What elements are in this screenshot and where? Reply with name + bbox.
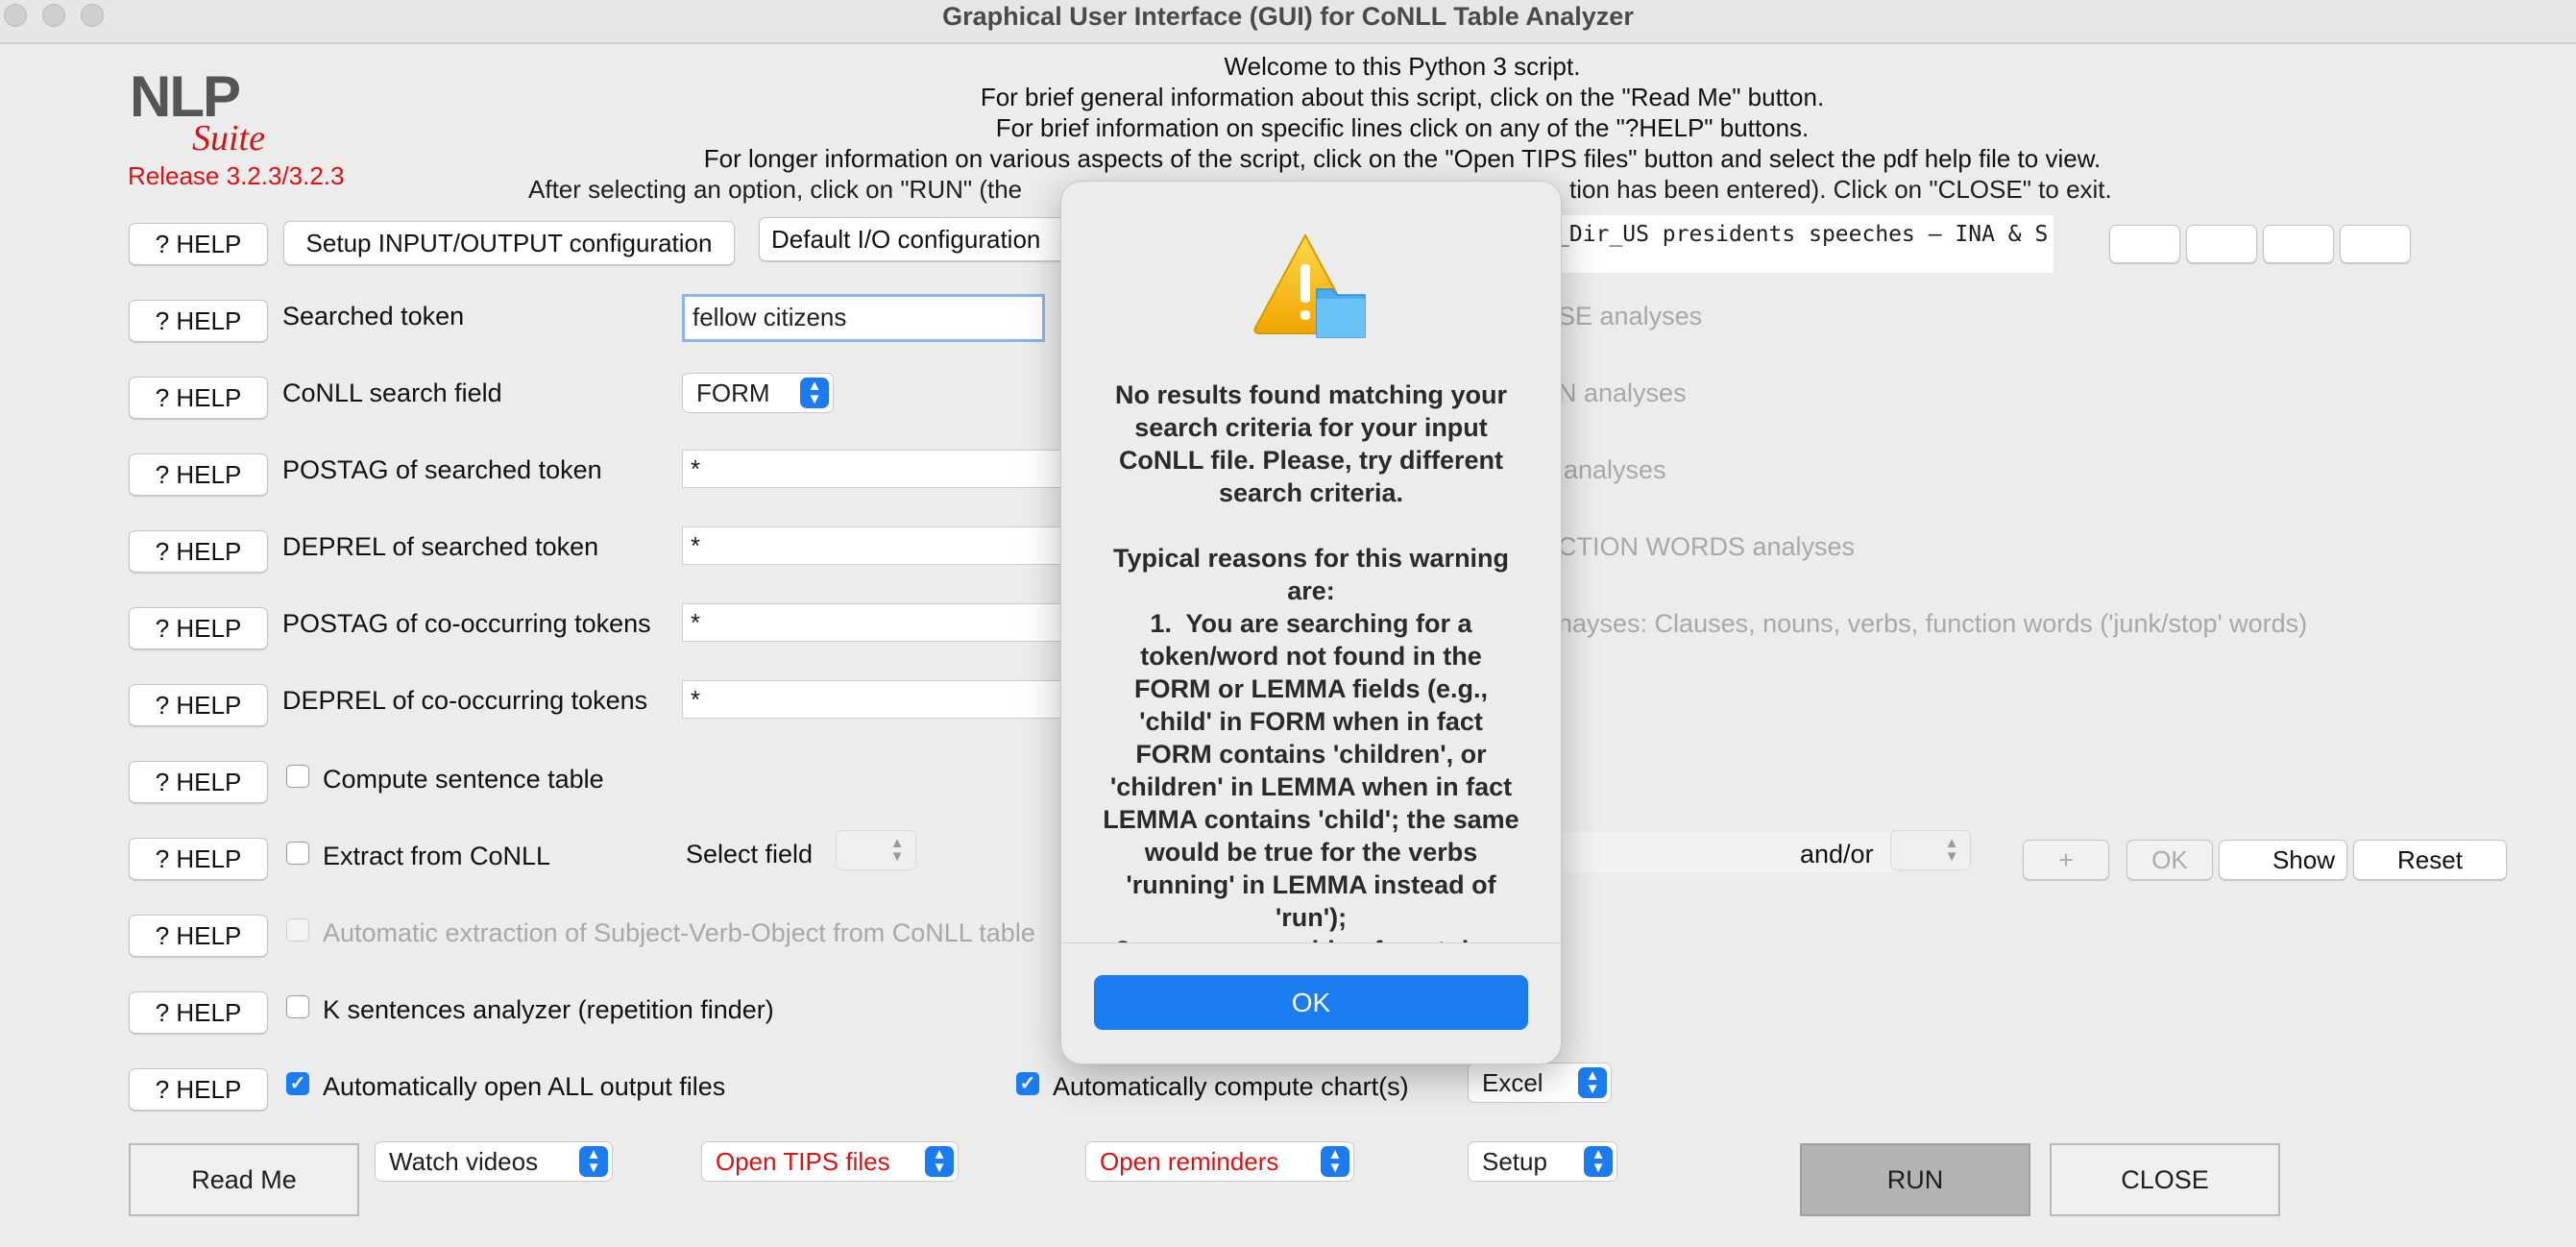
open-tips-label: Open TIPS files [716, 1147, 890, 1176]
auto-chart-checkbox[interactable]: ✓ [1016, 1072, 1039, 1095]
help-button-io[interactable]: ? HELP [129, 223, 268, 265]
select-field-label: Select field [686, 840, 814, 868]
open-tips-select[interactable]: Open TIPS files ▲ ▼ [701, 1141, 959, 1182]
svo-label: Automatic extraction of Subject-Verb-Obj… [323, 918, 1035, 947]
extract-checkbox[interactable] [286, 842, 309, 865]
right-option-3: analyses [1564, 455, 1666, 484]
intro-line-4: For longer information on various aspect… [703, 144, 2102, 173]
searched-token-label: Searched token [282, 302, 465, 330]
searched-token-input[interactable]: fellow citizens [682, 294, 1045, 342]
chevron-updown-icon: ▲ ▼ [925, 1146, 954, 1177]
open-reminders-select[interactable]: Open reminders ▲ ▼ [1085, 1141, 1354, 1182]
run-button[interactable]: RUN [1800, 1143, 2030, 1216]
andor-label: and/or [1800, 840, 1874, 868]
right-option-4: CTION WORDS analyses [1558, 532, 1856, 561]
chart-type-select[interactable]: Excel ▲ ▼ [1468, 1063, 1612, 1103]
help-button-auto-open[interactable]: ? HELP [129, 1068, 268, 1111]
compute-sentence-checkbox[interactable] [286, 765, 309, 788]
help-button-k-sentences[interactable]: ? HELP [129, 991, 268, 1034]
postag-searched-label: POSTAG of searched token [282, 455, 602, 484]
right-option-2: N analyses [1558, 379, 1687, 407]
io-small-button-2[interactable] [2186, 225, 2257, 263]
search-field-value: FORM [696, 379, 770, 407]
search-field-label: CoNLL search field [282, 379, 502, 407]
chevron-updown-icon: ▲ ▼ [800, 378, 829, 408]
deprel-cooc-label: DEPREL of co-occurring tokens [282, 686, 648, 715]
select-field-dropdown[interactable]: ▲ ▼ [836, 830, 916, 870]
help-button-postag-searched[interactable]: ? HELP [129, 453, 268, 496]
alert-divider [1061, 942, 1561, 943]
setup-label: Setup [1482, 1147, 1547, 1176]
intro-line-1: Welcome to this Python 3 script. [1224, 52, 1581, 81]
watch-videos-select[interactable]: Watch videos ▲ ▼ [375, 1141, 613, 1182]
intro-line-3: For brief information on specific lines … [995, 113, 1810, 142]
open-reminders-label: Open reminders [1100, 1147, 1279, 1176]
extract-plus-button[interactable]: + [2023, 840, 2109, 880]
reset-button[interactable]: Reset [2353, 840, 2507, 880]
chart-type-value: Excel [1482, 1068, 1543, 1097]
postag-searched-input[interactable]: * [682, 450, 1066, 488]
io-small-button-4[interactable] [2340, 225, 2411, 263]
svo-checkbox[interactable] [286, 918, 309, 941]
show-button[interactable]: Show [2219, 840, 2347, 880]
setup-select[interactable]: Setup ▲ ▼ [1468, 1141, 1617, 1182]
default-io-select[interactable]: Default I/O configuration [759, 217, 1066, 261]
auto-chart-label: Automatically compute chart(s) [1053, 1072, 1409, 1101]
extract-ok-button[interactable]: OK [2126, 840, 2213, 880]
intro-line-5b: tion has been entered). Click on "CLOSE"… [1569, 175, 2112, 204]
setup-io-button[interactable]: Setup INPUT/OUTPUT configuration [283, 221, 735, 265]
chevron-updown-icon: ▲ ▼ [579, 1146, 608, 1177]
postag-cooc-label: POSTAG of co-occurring tokens [282, 609, 651, 638]
intro-line-2: For brief general information about this… [980, 83, 1825, 111]
help-button-svo[interactable]: ? HELP [129, 915, 268, 957]
compute-sentence-label: Compute sentence table [323, 765, 604, 794]
deprel-searched-input[interactable]: * [682, 526, 1066, 565]
io-small-button-3[interactable] [2263, 225, 2334, 263]
auto-open-checkbox[interactable]: ✓ [286, 1072, 309, 1095]
help-button-deprel-cooc[interactable]: ? HELP [129, 684, 268, 726]
extract-label: Extract from CoNLL [323, 842, 551, 870]
deprel-searched-label: DEPREL of searched token [282, 532, 599, 561]
read-me-button[interactable]: Read Me [129, 1143, 359, 1216]
io-path-display: _Dir_US presidents speeches – INA & S [1556, 215, 2054, 273]
help-button-postag-cooc[interactable]: ? HELP [129, 607, 268, 649]
close-button[interactable]: CLOSE [2050, 1143, 2280, 1216]
help-button-search-field[interactable]: ? HELP [129, 377, 268, 419]
chevron-updown-icon: ▲ ▼ [1321, 1146, 1349, 1177]
window-title: Graphical User Interface (GUI) for CoNLL… [942, 2, 1634, 31]
k-sentences-label: K sentences analyzer (repetition finder) [323, 995, 774, 1024]
auto-open-label: Automatically open ALL output files [323, 1072, 726, 1101]
search-field-select[interactable]: FORM ▲ ▼ [682, 373, 834, 413]
alert-ok-button[interactable]: OK [1094, 975, 1528, 1030]
deprel-cooc-input[interactable]: * [682, 680, 1066, 719]
help-button-compute-sentence[interactable]: ? HELP [129, 761, 268, 803]
help-button-searched-token[interactable]: ? HELP [129, 300, 268, 342]
chevron-updown-icon: ▲ ▼ [889, 835, 905, 865]
watch-videos-label: Watch videos [389, 1147, 539, 1176]
logo-suite: Suite [192, 118, 265, 159]
chevron-updown-icon: ▲ ▼ [1944, 835, 1959, 865]
help-button-deprel-searched[interactable]: ? HELP [129, 530, 268, 573]
chevron-updown-icon: ▲ ▼ [1584, 1146, 1613, 1177]
postag-cooc-input[interactable]: * [682, 603, 1066, 642]
alert-message: No results found matching your search cr… [1103, 380, 1519, 942]
alert-dialog: No results found matching your search cr… [1060, 181, 1562, 1064]
andor-dropdown[interactable]: ▲ ▼ [1890, 830, 1971, 870]
help-button-extract[interactable]: ? HELP [129, 838, 268, 880]
io-small-button-1[interactable] [2109, 225, 2180, 263]
right-option-1: SE analyses [1558, 302, 1703, 330]
release-label: Release 3.2.3/3.2.3 [128, 161, 345, 190]
k-sentences-checkbox[interactable] [286, 995, 309, 1018]
intro-line-5a: After selecting an option, click on "RUN… [528, 175, 1023, 204]
chevron-updown-icon: ▲ ▼ [1578, 1067, 1607, 1098]
right-option-5: nayses: Clauses, nouns, verbs, function … [1558, 609, 2308, 638]
